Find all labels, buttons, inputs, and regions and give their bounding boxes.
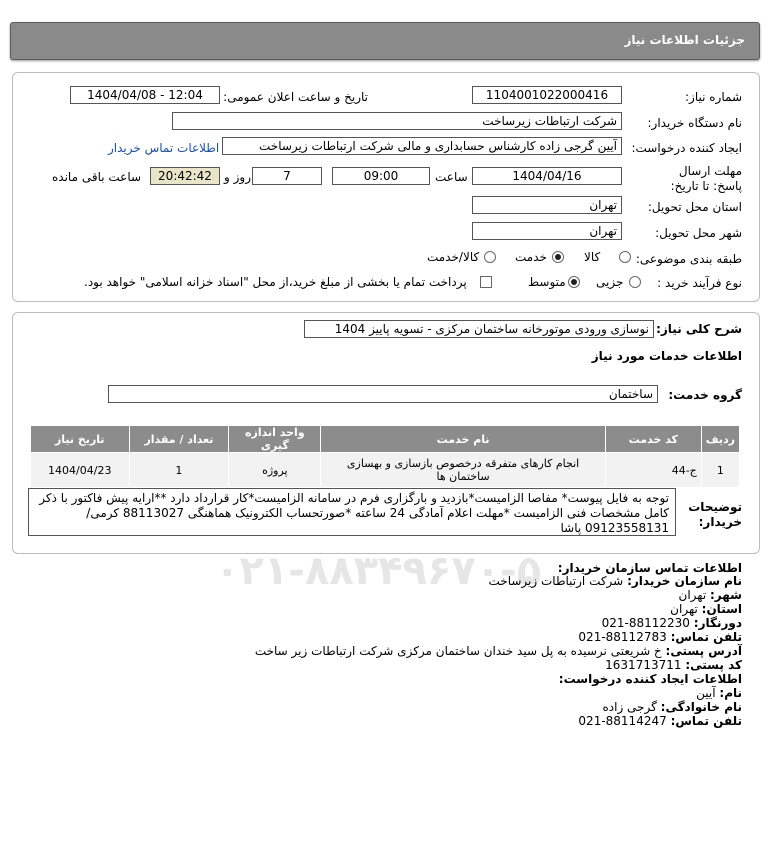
cell-unit: پروژه (228, 452, 322, 488)
contact-address: آدرس پستی: خ شریعتی نرسیده به پل سید خند… (254, 644, 742, 658)
creator-phone: تلفن تماس: 021-88114247 (578, 714, 742, 728)
deadline-time-label: ساعت (435, 170, 468, 184)
payment-note: پرداخت تمام یا بخشی از مبلغ خرید،از محل … (84, 275, 467, 289)
remaining-label: ساعت باقی مانده (52, 170, 142, 184)
col-service-code: کد خدمت (604, 425, 702, 453)
process-label: نوع فرآیند خرید : (657, 276, 742, 290)
category-option-goods-service: کالا/خدمت (427, 250, 480, 264)
services-section-title: اطلاعات خدمات مورد نیاز (591, 349, 742, 363)
deadline-date-field[interactable]: 1404/04/16 (472, 167, 622, 185)
contact-title: اطلاعات تماس سازمان خریدار: (557, 561, 742, 575)
category-radio-goods-service[interactable] (484, 251, 496, 263)
creator-family: نام خانوادگی: گرجی زاده (602, 700, 742, 714)
service-group-field[interactable]: ساختمان (108, 385, 658, 403)
page-title: جزئیات اطلاعات نیاز (624, 33, 745, 47)
days-label: روز و (224, 170, 251, 184)
deadline-label: مهلت ارسال پاسخ: تا تاریخ: (670, 164, 742, 193)
creator-label: ایجاد کننده درخواست: (631, 141, 742, 155)
col-quantity: تعداد / مقدار (128, 425, 230, 453)
process-radio-minor[interactable] (629, 276, 641, 288)
category-radio-goods[interactable] (619, 251, 631, 263)
category-label: طبقه بندی موضوعی: (635, 252, 742, 266)
deadline-time-field[interactable]: 09:00 (332, 167, 430, 185)
service-group-label: گروه خدمت: (668, 388, 742, 402)
category-option-service: خدمت (515, 250, 547, 264)
table-row[interactable]: 1 ج-44 انجام کارهای متفرقه درخصوص بازساز… (30, 452, 741, 488)
need-number-field[interactable]: 1104001022000416 (472, 86, 622, 104)
details-panel (12, 72, 760, 302)
contact-buyer-link[interactable]: اطلاعات تماس خریدار (108, 141, 219, 155)
buyer-org-label: نام دستگاه خریدار: (647, 116, 743, 130)
col-need-date: تاریخ نیاز (30, 425, 130, 453)
treasury-checkbox[interactable] (480, 276, 492, 288)
need-number-label: شماره نیاز: (685, 90, 742, 104)
remaining-time-field: 20:42:42 (150, 167, 220, 185)
province-label: استان محل تحویل: (647, 200, 742, 214)
col-unit: واحد اندازه گیری (228, 425, 322, 453)
cell-service-code: ج-44 (604, 452, 702, 488)
city-label: شهر محل تحویل: (655, 226, 742, 240)
notes-label: توضیحات خریدار: (688, 500, 742, 529)
category-option-goods: کالا (584, 250, 601, 264)
contact-province: استان: تهران (670, 602, 742, 616)
contact-org: نام سازمان خریدار: شرکت ارتباطات زیرساخت (488, 574, 742, 588)
announce-label: تاریخ و ساعت اعلان عمومی: (223, 90, 368, 104)
contact-postal: کد پستی: 1631713711 (605, 658, 742, 672)
summary-label: شرح کلی نیاز: (656, 322, 742, 336)
summary-field[interactable]: نوسازی ورودی موتورخانه ساختمان مرکزی - ت… (304, 320, 654, 338)
category-radio-service[interactable] (552, 251, 564, 263)
creator-field[interactable]: آیین گرجی زاده کارشناس حسابداری و مالی ش… (222, 137, 622, 155)
page-header: جزئیات اطلاعات نیاز (10, 22, 760, 60)
contact-phone: تلفن تماس: 021-88112783 (578, 630, 742, 644)
table-header-row: ردیف کد خدمت نام خدمت واحد اندازه گیری ت… (30, 425, 741, 453)
creator-name: نام: آیین (696, 686, 742, 700)
contact-city: شهر: تهران (678, 588, 742, 602)
notes-field[interactable]: توجه به فایل پیوست* مفاصا الزامیست*بازدی… (28, 488, 676, 536)
announce-field[interactable]: 1404/04/08 - 12:04 (70, 86, 220, 104)
process-radio-medium[interactable] (568, 276, 580, 288)
col-service-name: نام خدمت (320, 425, 606, 453)
process-option-medium: متوسط (528, 275, 566, 289)
cell-quantity: 1 (128, 452, 230, 488)
contact-fax: دورنگار: 021-88112230 (601, 616, 742, 630)
days-field[interactable]: 7 (252, 167, 322, 185)
creator-info-title: اطلاعات ایجاد کننده درخواست: (558, 672, 742, 686)
province-field[interactable]: تهران (472, 196, 622, 214)
cell-service-name: انجام کارهای متفرقه درخصوص بازسازی و بهس… (320, 452, 606, 488)
process-option-minor: جزیی (596, 275, 624, 289)
cell-row-number: 1 (700, 452, 741, 488)
buyer-org-field[interactable]: شرکت ارتباطات زیرساخت (172, 112, 622, 130)
city-field[interactable]: تهران (472, 222, 622, 240)
cell-need-date: 1404/04/23 (30, 452, 130, 488)
col-row-number: ردیف (700, 425, 741, 453)
services-table: ردیف کد خدمت نام خدمت واحد اندازه گیری ت… (30, 425, 741, 488)
